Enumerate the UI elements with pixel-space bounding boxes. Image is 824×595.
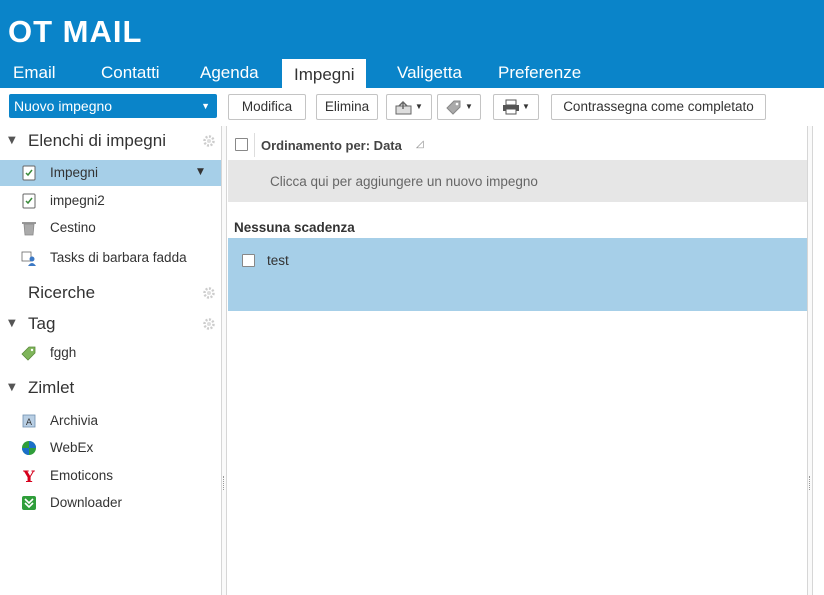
collapse-triangle-icon[interactable]: ▼ (8, 318, 16, 329)
chevron-down-icon[interactable]: ▼ (197, 167, 204, 177)
tasklists-header[interactable]: ▼ Elenchi di impegni (0, 129, 221, 155)
sidebar-item-label: WebEx (50, 440, 94, 455)
archive-icon: A (22, 414, 36, 428)
zimlets-header[interactable]: ▼ Zimlet (0, 376, 221, 402)
tab-preferenze[interactable]: Preferenze (498, 58, 581, 88)
svg-text:Y: Y (22, 468, 35, 484)
sidebar-item-label: Emoticons (50, 468, 114, 483)
sidebar-item-downloader[interactable]: Downloader (0, 490, 221, 516)
gear-icon[interactable] (202, 134, 216, 148)
task-title: test (267, 253, 289, 268)
shared-folder-icon (21, 251, 36, 266)
collapse-triangle-icon[interactable]: ▼ (8, 382, 16, 393)
move-folder-icon (395, 101, 412, 115)
tags-header[interactable]: ▼ Tag (0, 312, 221, 338)
tab-valigetta[interactable]: Valigetta (397, 58, 462, 88)
sidebar-item-label: Downloader (50, 495, 123, 510)
chevron-down-icon[interactable]: ▼ (201, 94, 210, 118)
select-all-checkbox[interactable] (235, 138, 248, 151)
gear-icon[interactable] (202, 286, 216, 300)
new-task-label: Nuovo impegno (14, 98, 113, 114)
add-task-prompt: Clicca qui per aggiungere un nuovo impeg… (270, 174, 538, 189)
sidebar-item-emoticons[interactable]: Y Emoticons (0, 463, 221, 489)
task-row[interactable]: test (228, 238, 807, 311)
webex-icon (22, 441, 36, 455)
mark-complete-button[interactable]: Contrassegna come completato (551, 94, 766, 120)
task-list-icon (22, 193, 36, 209)
searches-header[interactable]: Ricerche (0, 281, 221, 307)
tab-impegni[interactable]: Impegni (282, 59, 367, 88)
sidebar-item-impegni[interactable]: Impegni ▼ (0, 160, 221, 186)
header-separator (254, 133, 255, 157)
sidebar-item-label: Archivia (50, 413, 99, 428)
sidebar-item-webex[interactable]: WebEx (0, 435, 221, 461)
sidebar-item-tag-fggh[interactable]: fggh (0, 340, 221, 366)
searches-title: Ricerche (28, 283, 96, 302)
chevron-down-icon: ▼ (465, 102, 473, 112)
new-task-button[interactable]: Nuovo impegno ▼ (9, 94, 217, 118)
yahoo-icon: Y (22, 468, 35, 484)
trash-icon (22, 222, 36, 236)
tag-icon (446, 100, 461, 116)
delete-button[interactable]: Elimina (316, 94, 378, 120)
sidebar-item-impegni2[interactable]: impegni2 (0, 188, 221, 214)
chevron-down-icon: ▼ (415, 102, 423, 112)
sidebar-item-label: Tasks di barbara fadda (50, 250, 187, 265)
app-header: OT MAIL Email Contatti Agenda Impegni Va… (0, 0, 824, 88)
gear-icon[interactable] (202, 317, 216, 331)
sidebar-item-label: Cestino (50, 220, 96, 235)
tab-email[interactable]: Email (13, 58, 56, 88)
toolbar: Nuovo impegno ▼ Modifica Elimina ▼ ▼ ▼ C… (0, 88, 824, 126)
app-logo: OT MAIL (8, 14, 143, 49)
print-button[interactable]: ▼ (493, 94, 539, 120)
tab-contatti[interactable]: Contatti (101, 58, 160, 88)
task-list-icon (22, 165, 36, 181)
sidebar-item-label: impegni2 (50, 193, 105, 208)
sidebar-item-label: Impegni (50, 165, 99, 180)
group-header: Nessuna scadenza (234, 220, 355, 235)
sidebar-splitter[interactable] (221, 126, 227, 595)
tab-agenda[interactable]: Agenda (200, 58, 259, 88)
add-task-row[interactable]: Clicca qui per aggiungere un nuovo impeg… (228, 160, 807, 202)
sort-direction-icon[interactable]: ◿ (416, 139, 424, 150)
reading-pane-splitter[interactable] (807, 126, 813, 595)
sort-by-label[interactable]: Ordinamento per: Data (261, 138, 402, 153)
zimlets-title: Zimlet (28, 378, 75, 397)
chevron-down-icon: ▼ (522, 102, 530, 112)
task-checkbox[interactable] (242, 254, 255, 267)
tag-icon (21, 346, 36, 361)
tags-title: Tag (28, 314, 56, 333)
splitter-grip[interactable] (223, 476, 225, 490)
sidebar-item-shared-tasks[interactable]: Tasks di barbara fadda (0, 245, 221, 271)
move-button[interactable]: ▼ (386, 94, 432, 120)
task-list-pane: Ordinamento per: Data ◿ Clicca qui per a… (228, 126, 807, 595)
downloader-icon (22, 496, 36, 510)
tag-button[interactable]: ▼ (437, 94, 481, 120)
sidebar-item-archivia[interactable]: A Archivia (0, 408, 221, 434)
splitter-grip[interactable] (809, 476, 811, 490)
edit-button[interactable]: Modifica (228, 94, 306, 120)
svg-text:A: A (26, 418, 33, 428)
sidebar-item-cestino[interactable]: Cestino (0, 215, 221, 241)
list-header: Ordinamento per: Data ◿ (228, 131, 807, 159)
printer-icon (503, 99, 520, 115)
sidebar: ▼ Elenchi di impegni Impegni ▼ impegni2 … (0, 126, 221, 595)
sidebar-item-label: fggh (50, 345, 77, 360)
collapse-triangle-icon[interactable]: ▼ (8, 135, 16, 146)
tasklists-title: Elenchi di impegni (28, 131, 166, 150)
